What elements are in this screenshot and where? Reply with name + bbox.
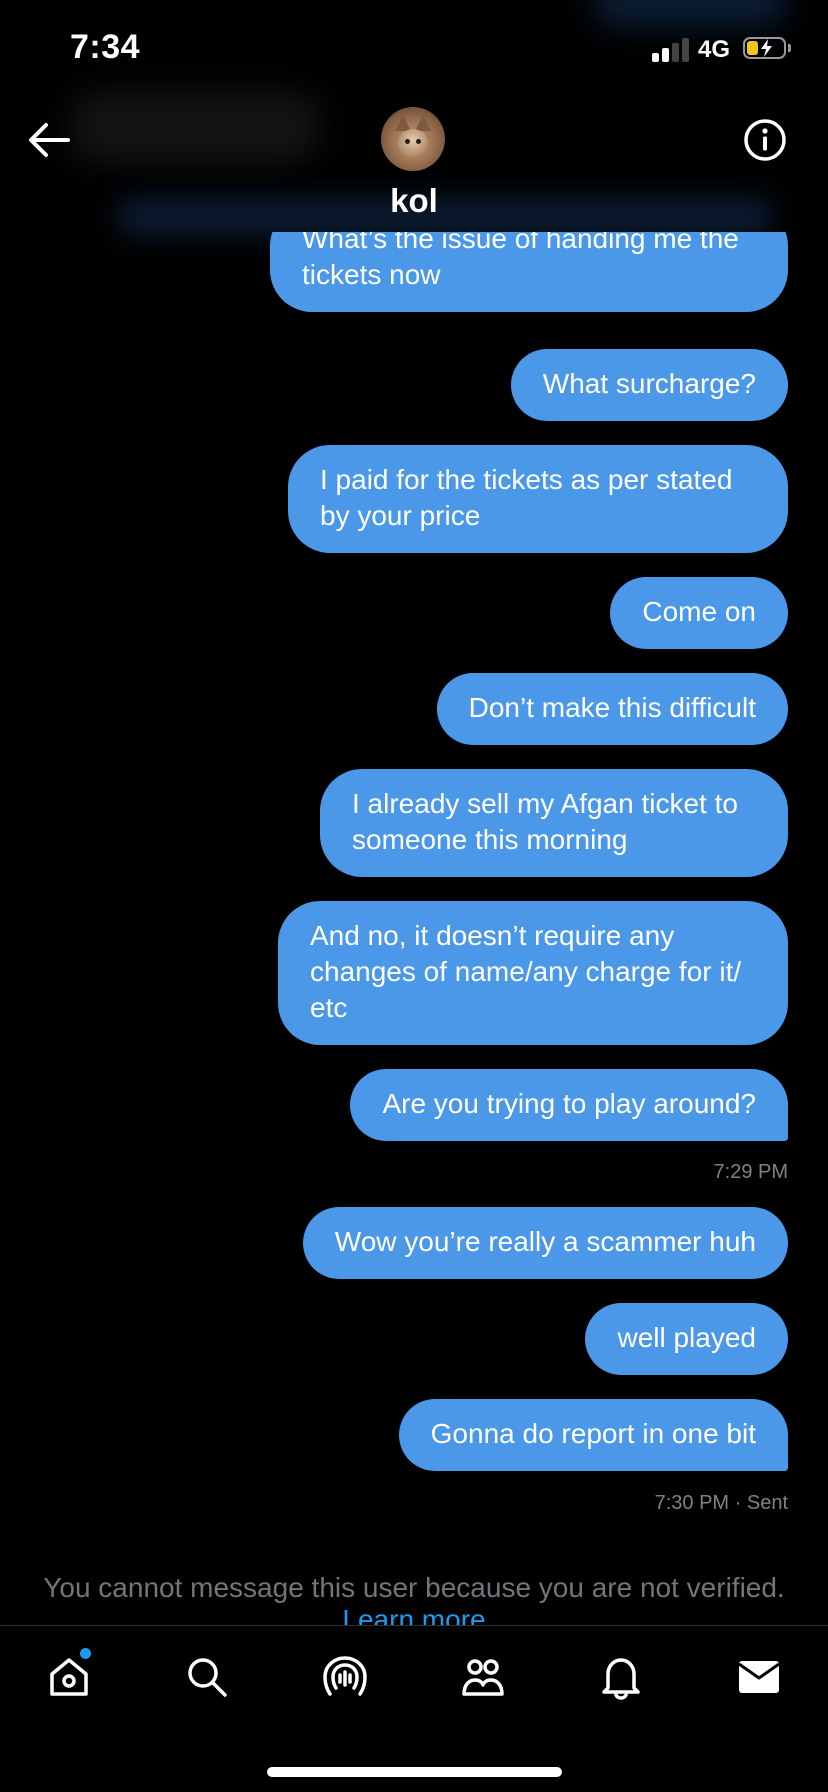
message-bubble[interactable]: What’s the issue of handing me the ticke… bbox=[270, 232, 788, 312]
message-row: What’s the issue of handing me the ticke… bbox=[270, 232, 788, 312]
message-row: Wow you’re really a scammer huh bbox=[302, 1207, 788, 1279]
message-bubble[interactable]: I already sell my Afgan ticket to someon… bbox=[320, 769, 788, 877]
timestamp: 7:30 PM · Sent bbox=[655, 1492, 788, 1515]
tab-notifications[interactable] bbox=[598, 1654, 644, 1700]
status-time: 7:34 bbox=[70, 28, 141, 66]
tab-communities[interactable] bbox=[460, 1654, 506, 1700]
message-bubble[interactable]: What surcharge? bbox=[510, 349, 788, 421]
home-indicator[interactable] bbox=[267, 1767, 562, 1777]
timestamp: 7:29 PM bbox=[713, 1161, 788, 1183]
avatar[interactable] bbox=[381, 107, 445, 171]
arrow-left-icon bbox=[29, 123, 70, 157]
tab-search[interactable] bbox=[184, 1654, 230, 1700]
notifications-bell-icon bbox=[602, 1658, 640, 1700]
spaces-icon bbox=[323, 1656, 367, 1696]
battery-cap bbox=[788, 44, 791, 52]
delivery-status: · Sent bbox=[734, 1492, 788, 1514]
battery-icon bbox=[743, 37, 786, 59]
not-verified-notice: You cannot message this user because you… bbox=[43, 1572, 785, 1603]
message-bubble[interactable]: Wow you’re really a scammer huh bbox=[302, 1207, 788, 1279]
learn-more-link[interactable]: Learn more bbox=[0, 1604, 828, 1626]
message-row: Come on bbox=[610, 577, 788, 649]
message-bubble[interactable]: Are you trying to play around? bbox=[350, 1069, 788, 1141]
message-row: well played bbox=[585, 1303, 788, 1375]
tab-home[interactable] bbox=[46, 1648, 92, 1700]
communities-icon bbox=[462, 1659, 504, 1696]
tab-spaces[interactable] bbox=[322, 1654, 368, 1700]
message-bubble[interactable]: Don’t make this difficult bbox=[436, 673, 788, 745]
search-icon bbox=[188, 1658, 227, 1697]
info-button[interactable] bbox=[743, 118, 787, 162]
network-type: 4G bbox=[698, 36, 731, 63]
message-bubble[interactable]: And no, it doesn’t require any changes o… bbox=[278, 901, 788, 1045]
status-bar: 7:34 4G bbox=[0, 0, 828, 100]
message-bubble[interactable]: I paid for the tickets as per stated by … bbox=[288, 445, 788, 553]
bottom-tab-bar bbox=[0, 1625, 828, 1726]
messages-envelope-icon bbox=[738, 1661, 780, 1693]
message-bubble[interactable]: Come on bbox=[610, 577, 788, 649]
home-icon bbox=[50, 1658, 88, 1696]
tab-messages[interactable] bbox=[736, 1654, 782, 1700]
signal-icon bbox=[652, 36, 692, 62]
message-row: And no, it doesn’t require any changes o… bbox=[278, 901, 788, 1045]
blurred-region bbox=[70, 92, 320, 162]
message-row: What surcharge? bbox=[510, 349, 788, 421]
message-bubble[interactable]: Gonna do report in one bit bbox=[398, 1399, 788, 1471]
timestamp-time: 7:30 PM bbox=[654, 1492, 730, 1514]
message-row: Gonna do report in one bit bbox=[398, 1399, 788, 1471]
home-badge-dot bbox=[80, 1648, 91, 1659]
message-row: I paid for the tickets as per stated by … bbox=[288, 445, 788, 553]
message-thread: What’s the issue of handing me the ticke… bbox=[0, 232, 828, 1557]
back-button[interactable] bbox=[24, 118, 72, 162]
message-bubble[interactable]: well played bbox=[585, 1303, 788, 1375]
info-circle-icon bbox=[744, 119, 786, 161]
message-row: I already sell my Afgan ticket to someon… bbox=[320, 769, 788, 877]
contact-name[interactable]: kol bbox=[0, 182, 828, 220]
message-row: Don’t make this difficult bbox=[436, 673, 788, 745]
message-row: Are you trying to play around? bbox=[350, 1069, 788, 1141]
